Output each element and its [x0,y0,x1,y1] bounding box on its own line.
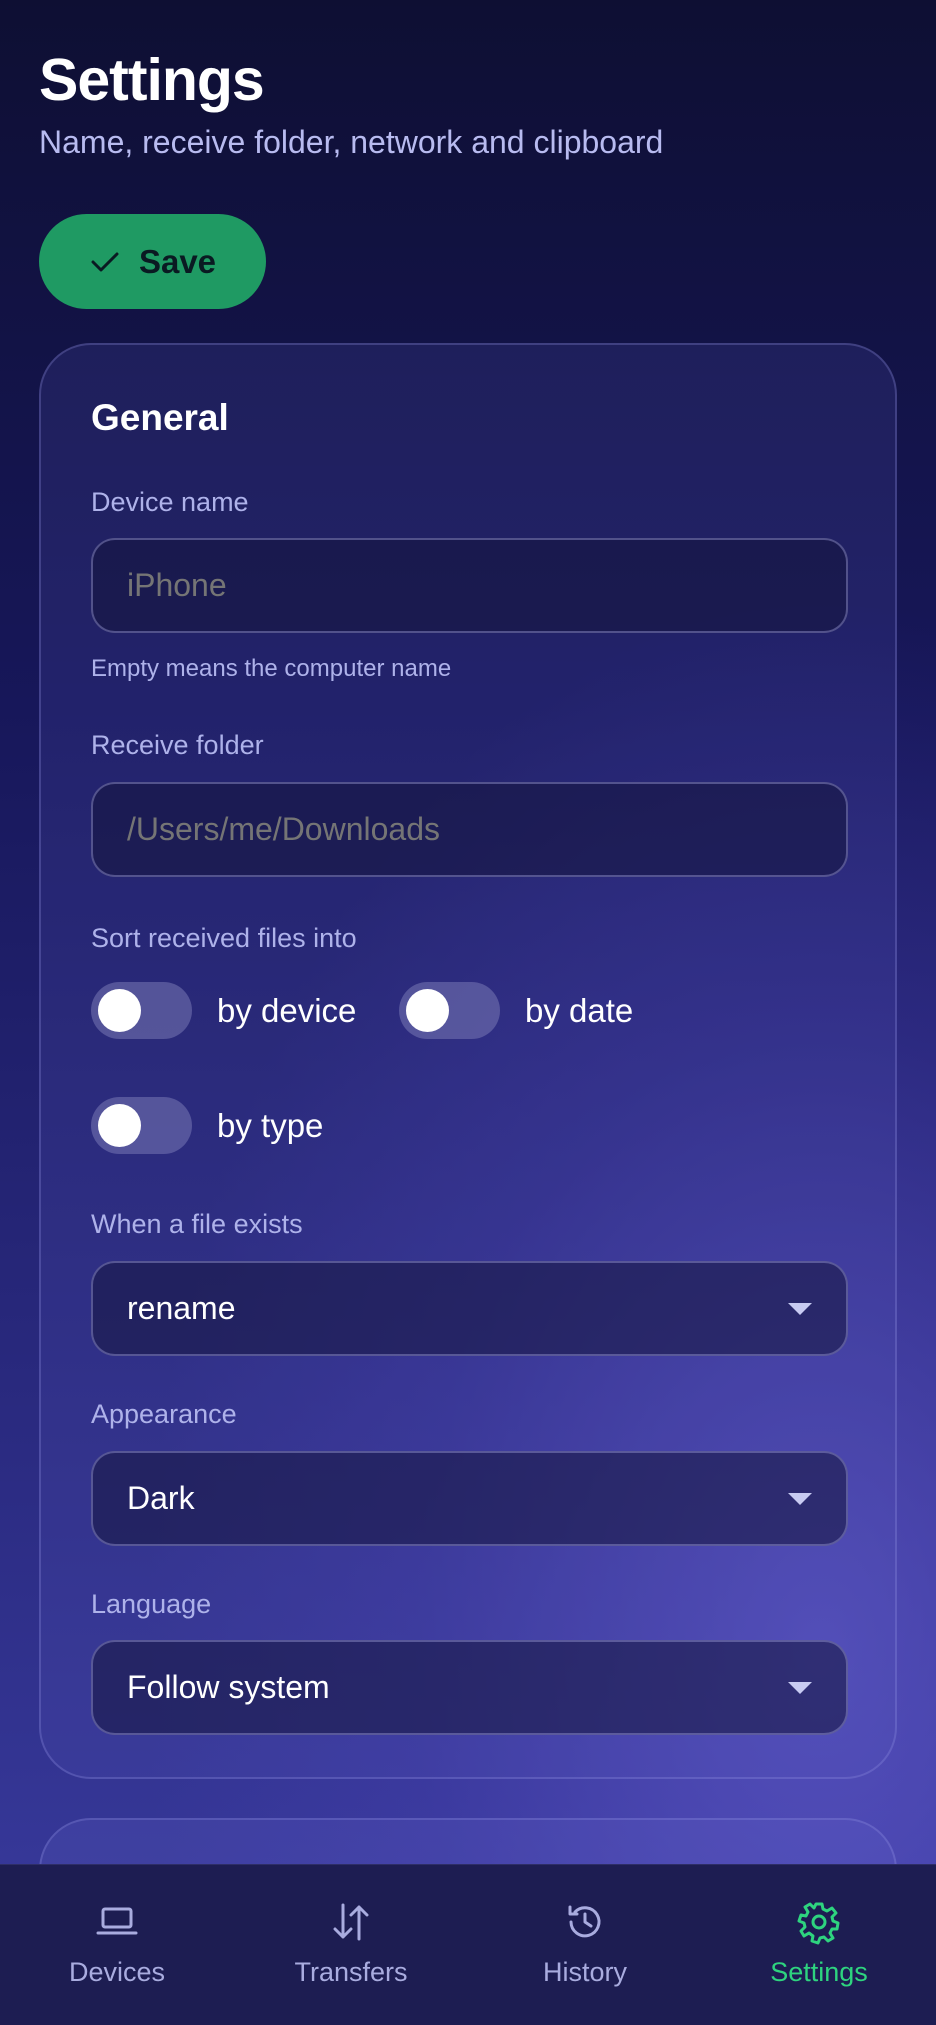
page-header: Settings Name, receive folder, network a… [39,48,663,162]
sort-by-date-label: by date [525,991,634,1029]
nav-item-history[interactable]: History [468,1865,702,2025]
nav-label-history: History [542,1957,627,1987]
section-title-general: General [91,397,229,438]
page-title: Settings [39,47,265,113]
sort-by-type-toggle[interactable] [91,1097,192,1154]
nav-label-devices: Devices [68,1957,166,1987]
save-button[interactable]: Save [39,214,266,309]
nav-label-transfers: Transfers [294,1957,408,1987]
sort-by-device-row: by device [91,982,356,1039]
file-exists-select[interactable]: rename [91,1261,848,1356]
nav-item-transfers[interactable]: Transfers [234,1865,468,2025]
language-value: Follow system [127,1669,330,1705]
appearance-label: Appearance [91,1399,237,1429]
sort-by-type-row: by type [91,1097,323,1154]
device-name-label: Device name [91,487,249,517]
nav-item-devices[interactable]: Devices [0,1865,234,2025]
history-icon [568,1905,601,1938]
chevron-down-icon [788,1492,812,1505]
toggle-knob [98,989,141,1032]
receive-folder-label: Receive folder [91,730,264,760]
sort-by-device-toggle[interactable] [91,982,192,1039]
check-icon [91,252,119,271]
nav-item-settings[interactable]: Settings [702,1865,936,2025]
laptop-icon [96,1907,138,1935]
general-settings-card: General Device name Empty means the comp… [39,343,897,1779]
chevron-down-icon [788,1681,812,1694]
appearance-value: Dark [127,1480,195,1516]
arrows-updown-icon [333,1903,369,1941]
sort-by-date-row: by date [399,982,633,1039]
bottom-navigation: Devices Transfers History Settings [0,1864,936,2025]
sort-by-device-label: by device [217,991,357,1029]
toggle-knob [406,989,449,1032]
chevron-down-icon [788,1302,812,1315]
sort-by-date-toggle[interactable] [399,982,500,1039]
nav-label-settings: Settings [770,1957,868,1987]
receive-folder-input[interactable] [91,782,848,877]
device-name-hint: Empty means the computer name [91,655,452,682]
device-name-input[interactable] [91,538,848,633]
page-subtitle: Name, receive folder, network and clipbo… [39,124,664,160]
toggle-knob [98,1104,141,1147]
sort-by-type-label: by type [217,1106,324,1144]
save-button-label: Save [138,242,217,280]
file-exists-value: rename [127,1290,236,1326]
appearance-select[interactable]: Dark [91,1451,848,1546]
language-select[interactable]: Follow system [91,1640,848,1735]
sort-files-label: Sort received files into [91,923,357,953]
gear-icon [797,1902,840,1945]
language-label: Language [91,1589,212,1619]
file-exists-label: When a file exists [91,1209,303,1239]
